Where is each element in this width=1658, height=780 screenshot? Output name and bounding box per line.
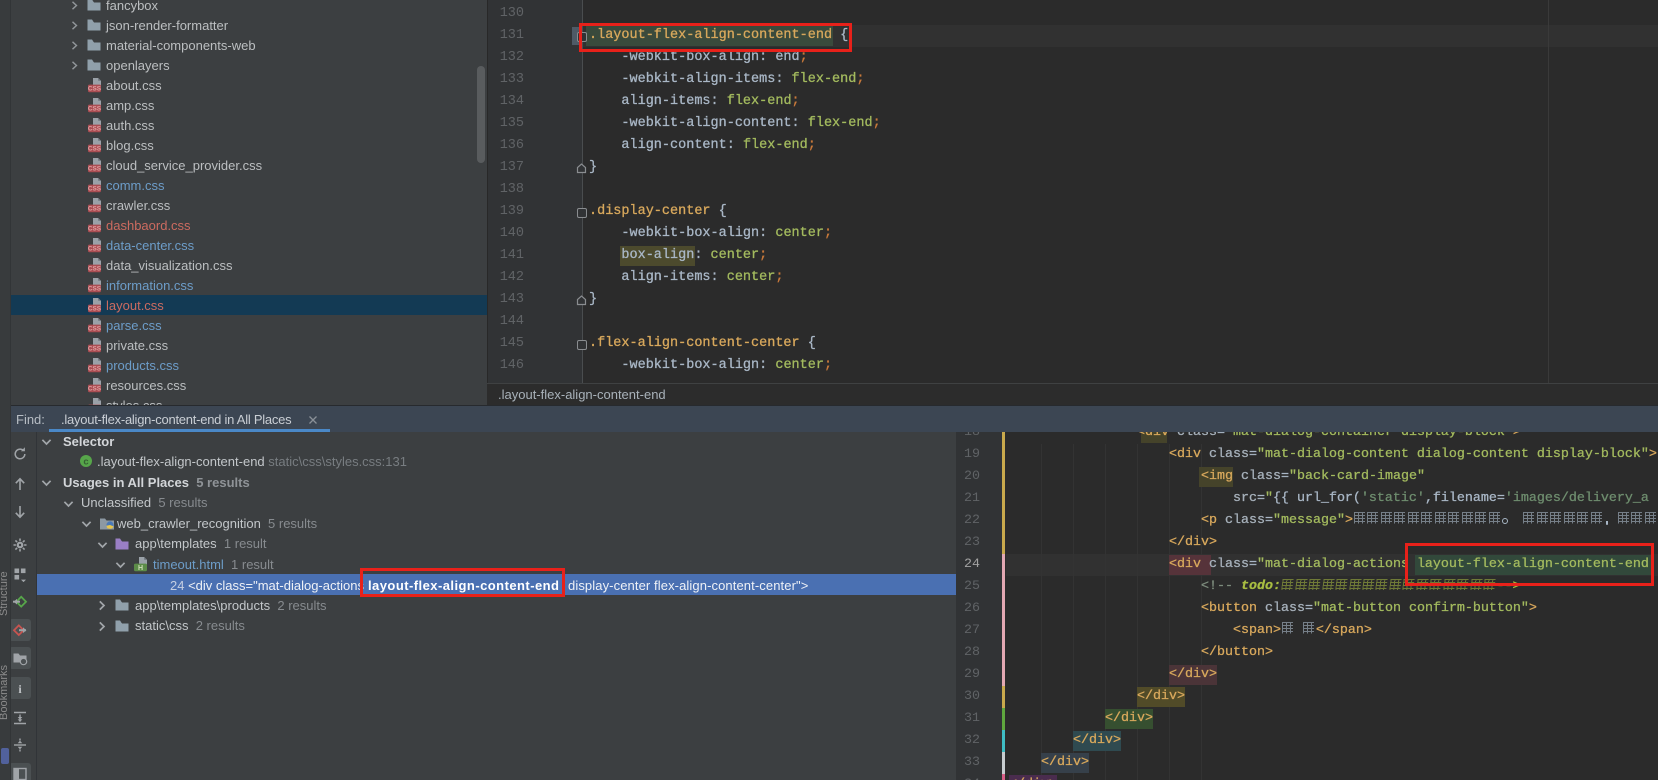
svg-text:CSS: CSS [88,226,102,233]
svg-text:CSS: CSS [88,386,102,393]
svg-text:CSS: CSS [88,146,102,153]
svg-text:CSS: CSS [88,86,102,93]
svg-text:H: H [138,564,143,571]
svg-text:i: i [18,682,22,696]
svg-text:c: c [83,456,88,467]
svg-text:CSS: CSS [88,186,102,193]
svg-text:CSS: CSS [88,326,102,333]
svg-text:CSS: CSS [88,166,102,173]
svg-text:CSS: CSS [88,246,102,253]
svg-text:CSS: CSS [88,346,102,353]
svg-text:CSS: CSS [88,306,102,313]
svg-text:CSS: CSS [88,366,102,373]
svg-text:CSS: CSS [88,126,102,133]
svg-text:CSS: CSS [88,266,102,273]
svg-text:CSS: CSS [88,286,102,293]
svg-text:CSS: CSS [88,206,102,213]
svg-text:CSS: CSS [88,106,102,113]
